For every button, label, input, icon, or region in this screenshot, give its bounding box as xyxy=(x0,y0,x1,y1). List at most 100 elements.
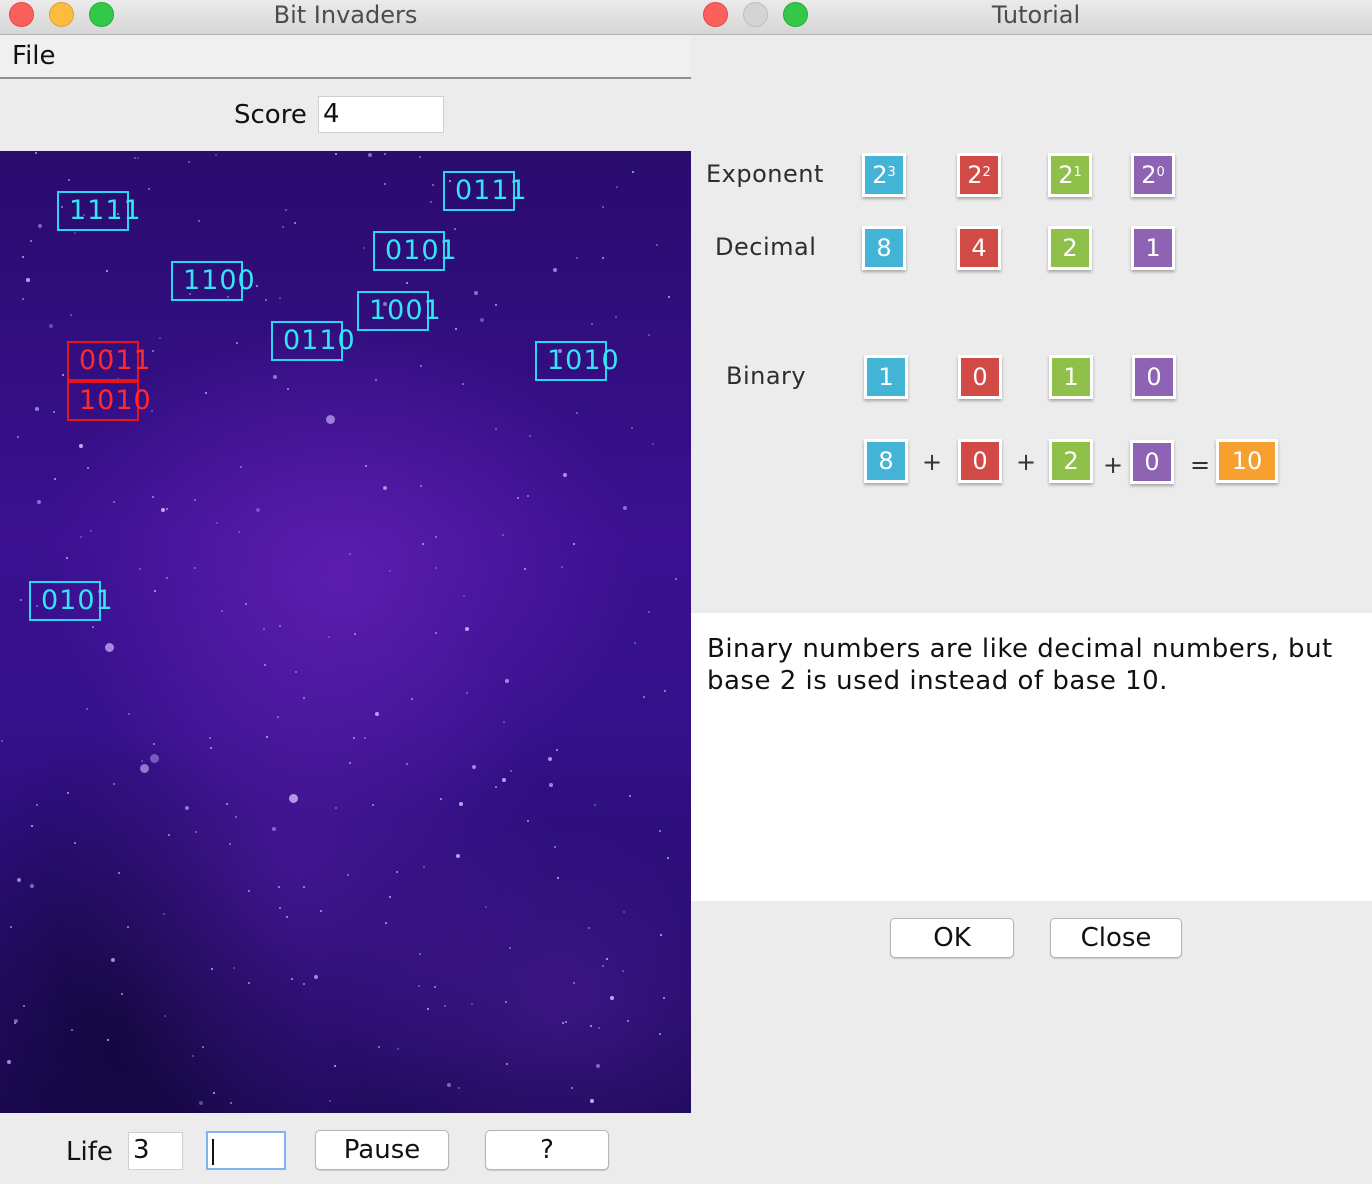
star-decoration xyxy=(557,877,559,879)
invader-block: 0110 xyxy=(271,321,355,361)
star-decoration xyxy=(166,508,168,510)
star-decoration xyxy=(419,953,421,955)
star-decoration xyxy=(30,240,32,242)
star-decoration xyxy=(107,1039,109,1041)
star-decoration xyxy=(248,982,250,984)
star-decoration xyxy=(74,232,76,234)
star-decoration xyxy=(80,536,82,538)
title-bar[interactable]: Bit Invaders xyxy=(0,0,691,35)
star-decoration xyxy=(53,411,55,413)
star-decoration xyxy=(423,866,425,868)
star-decoration xyxy=(66,557,68,559)
star-decoration xyxy=(422,543,424,545)
star-decoration xyxy=(26,278,30,282)
star-decoration xyxy=(240,466,242,468)
star-decoration xyxy=(663,997,665,999)
star-decoration xyxy=(163,913,165,915)
star-decoration xyxy=(152,496,154,498)
star-decoration xyxy=(634,642,636,644)
plus-sign: + xyxy=(1103,451,1124,479)
life-field: 3 xyxy=(128,1132,183,1170)
title-bar[interactable]: Tutorial xyxy=(691,0,1372,35)
star-decoration xyxy=(363,247,365,249)
star-decoration xyxy=(472,765,476,769)
star-decoration xyxy=(335,153,337,155)
star-decoration xyxy=(291,978,293,980)
star-decoration xyxy=(71,1029,73,1031)
answer-input[interactable] xyxy=(206,1131,286,1170)
star-decoration xyxy=(17,878,21,882)
decimal-tile: 8 xyxy=(862,226,906,270)
star-decoration xyxy=(118,872,120,874)
star-decoration xyxy=(411,698,413,700)
ok-button[interactable]: OK xyxy=(890,918,1014,958)
star-decoration xyxy=(602,206,604,208)
star-decoration xyxy=(652,443,654,445)
equals-sign: = xyxy=(1190,451,1211,479)
star-decoration xyxy=(92,626,94,628)
decimal-label: Decimal xyxy=(715,233,817,261)
help-button[interactable]: ? xyxy=(485,1130,609,1170)
star-decoration xyxy=(571,1087,573,1089)
star-decoration xyxy=(463,595,465,597)
star-decoration xyxy=(616,186,618,188)
star-decoration xyxy=(54,478,56,480)
star-decoration xyxy=(213,1092,215,1094)
star-decoration xyxy=(277,716,279,718)
star-decoration xyxy=(368,153,372,157)
star-decoration xyxy=(139,568,141,570)
close-button[interactable]: Close xyxy=(1050,918,1182,958)
star-decoration xyxy=(67,792,69,794)
star-decoration xyxy=(643,696,645,698)
binary-digit-tile: 1 xyxy=(1049,355,1093,399)
plus-sign: + xyxy=(1016,448,1037,476)
star-decoration xyxy=(30,884,34,888)
star-decoration xyxy=(458,1087,460,1089)
star-decoration xyxy=(602,965,604,967)
star-decoration xyxy=(202,1046,204,1048)
star-decoration xyxy=(627,1020,629,1022)
star-decoration xyxy=(435,632,437,634)
star-decoration xyxy=(35,152,37,154)
game-area[interactable]: 1111 0111 0101 1100 1001 0110 1010 0101 … xyxy=(0,151,691,1113)
star-decoration xyxy=(529,435,531,437)
star-decoration xyxy=(22,298,24,300)
star-decoration xyxy=(127,926,129,928)
star-decoration xyxy=(49,324,53,328)
invader-block-selected: 0011 xyxy=(67,341,151,381)
pause-button[interactable]: Pause xyxy=(315,1130,449,1170)
star-decoration xyxy=(314,975,318,979)
binary-digit-tile: 0 xyxy=(1132,355,1176,399)
star-decoration xyxy=(474,291,478,295)
star-decoration xyxy=(588,927,590,929)
star-decoration xyxy=(602,257,604,259)
star-decoration xyxy=(454,228,456,230)
star-decoration xyxy=(590,1025,592,1027)
star-decoration xyxy=(326,415,335,424)
sum-term-tile: 0 xyxy=(958,439,1002,483)
star-decoration xyxy=(74,842,76,844)
exponent-tile: 20 xyxy=(1131,153,1175,197)
star-decoration xyxy=(384,183,386,185)
invader-block-selected: 1010 xyxy=(67,381,151,421)
star-decoration xyxy=(372,804,374,806)
star-decoration xyxy=(378,1046,380,1048)
star-decoration xyxy=(23,1005,25,1007)
decimal-tile: 4 xyxy=(957,226,1001,270)
sum-term-tile: 0 xyxy=(1130,440,1174,484)
menu-file[interactable]: File xyxy=(12,41,56,71)
sum-term-tile: 8 xyxy=(864,439,908,483)
star-decoration xyxy=(353,737,355,739)
star-decoration xyxy=(199,1101,203,1105)
invader-block: 0111 xyxy=(443,171,527,211)
star-decoration xyxy=(466,692,468,694)
star-decoration xyxy=(10,926,12,928)
star-decoration xyxy=(279,297,281,299)
star-decoration xyxy=(295,671,297,673)
star-decoration xyxy=(435,567,437,569)
star-decoration xyxy=(527,820,529,822)
binary-label: Binary xyxy=(726,362,807,390)
star-decoration xyxy=(90,530,92,532)
star-decoration xyxy=(137,157,139,159)
star-decoration xyxy=(524,568,526,570)
